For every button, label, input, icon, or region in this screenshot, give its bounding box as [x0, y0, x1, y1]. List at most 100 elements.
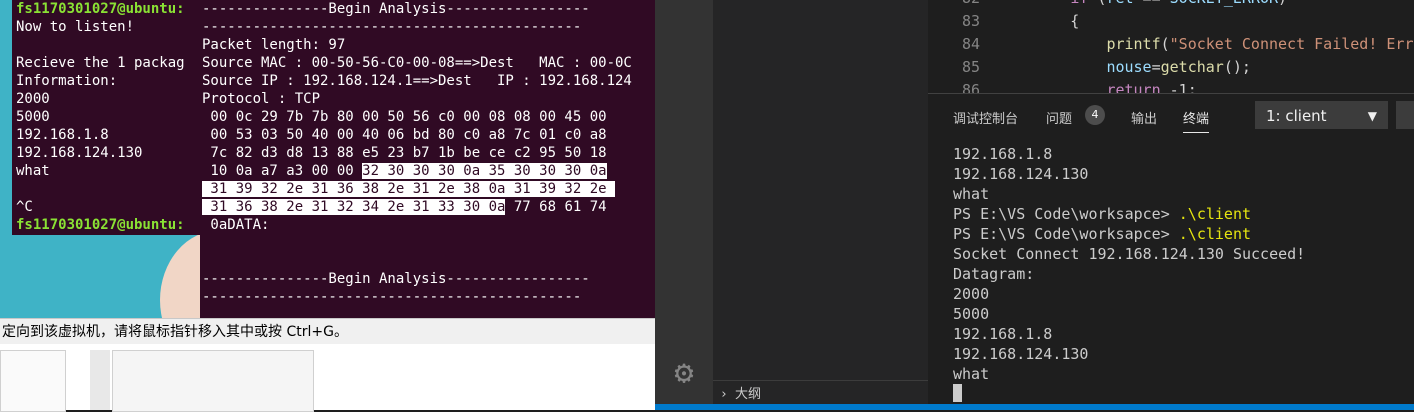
- terminal-line: 31 39 32 2e 31 36 38 2e 31 2e 38 0a 31 3…: [200, 180, 655, 198]
- terminal-line: ---------------Begin Analysis-----------…: [200, 270, 655, 288]
- terminal-text: Packet length: 97: [202, 37, 346, 53]
- bottom-panel: 调试控制台 问题 4 输出 终端 1: client ▼ 192.168.1.8…: [928, 93, 1414, 411]
- chevron-down-icon: ▼: [1367, 109, 1377, 123]
- code-token: ==: [1134, 0, 1170, 7]
- terminal-line: Source MAC : 00-50-56-C0-00-08==>Dest MA…: [200, 54, 655, 72]
- problems-count-badge: 4: [1085, 105, 1105, 125]
- terminal-line: 0aDATA:: [200, 216, 655, 234]
- terminal-text: 00 53 03 50 40 00 40 06 bd 80 c0 a8 7c 0…: [202, 127, 607, 143]
- terminal-line: ----------------------------------------…: [200, 288, 655, 306]
- terminal-text: 192.168.1.8: [953, 145, 1053, 163]
- code-token: {: [998, 12, 1080, 30]
- terminal-line: what: [16, 163, 50, 179]
- terminal-line: ---------------Begin Analysis-----------…: [200, 0, 655, 18]
- terminal-line: Information:: [16, 73, 118, 89]
- terminal-cursor-line: [953, 384, 1413, 404]
- code-token: printf: [1106, 35, 1161, 53]
- terminal-text: what: [953, 185, 990, 203]
- tab-debug-console[interactable]: 调试控制台: [953, 108, 1018, 127]
- line-number: 85: [961, 58, 980, 76]
- terminal-line: 31 36 38 2e 31 32 34 2e 31 33 30 0a 77 6…: [200, 198, 655, 216]
- terminal-line: 5000: [953, 304, 1413, 324]
- code-line: 83 {: [928, 10, 1414, 33]
- terminal-text: 00 0c 29 7b 7b 80 00 50 56 c0 00 08 08 0…: [202, 109, 607, 125]
- terminal-line: ^C: [16, 199, 33, 215]
- code-token: SOCKET_ERROR: [1170, 0, 1278, 7]
- side-bar: [713, 0, 928, 380]
- terminal-line: what: [953, 364, 1413, 384]
- code-token: ();: [1223, 58, 1251, 76]
- terminal-line: 192.168.124.130: [953, 164, 1413, 184]
- selected-text: 31 36 38 2e 31 32 34 2e 31 33 30 0a: [202, 199, 506, 215]
- terminal-text: Socket Connect 192.168.124.130 Succeed!: [953, 245, 1306, 263]
- code-token: =: [1151, 58, 1161, 76]
- outline-label: 大纲: [735, 387, 762, 402]
- terminal-prompt: fs1170301027@ubuntu:: [16, 217, 185, 233]
- code-token: getchar: [1160, 58, 1224, 76]
- terminal-line: Datagram:: [953, 264, 1413, 284]
- vm-input-hint-bar: 定向到该虚拟机，请将鼠标指针移入其中或按 Ctrl+G。: [0, 318, 655, 344]
- code-editor[interactable]: 82 if (ret == SOCKET_ERROR)83 {84 printf…: [928, 0, 1414, 93]
- code-token: ): [1278, 0, 1287, 7]
- code-token: if: [1070, 0, 1088, 7]
- terminal-command: .\client: [1178, 225, 1252, 243]
- tab-terminal[interactable]: 终端: [1183, 108, 1210, 133]
- terminal-line: Recieve the 1 packag: [16, 55, 185, 71]
- line-number: 86: [961, 81, 980, 93]
- status-bar: [655, 404, 1414, 410]
- vscode-terminal-output[interactable]: 192.168.1.8 192.168.124.130 what PS E:\VS C…: [953, 144, 1413, 404]
- panel-action-button[interactable]: [1396, 101, 1414, 129]
- line-number: 83: [961, 12, 980, 30]
- terminal-text: what: [953, 365, 990, 383]
- code-line: 85 nouse=getchar();: [928, 56, 1414, 79]
- terminal-line: 10 0a a7 a3 00 00 32 30 30 30 0a 35 30 3…: [200, 162, 655, 180]
- code-token: (: [1160, 35, 1170, 53]
- terminal-line: ----------------------------------------…: [200, 18, 655, 36]
- terminal-text: 192.168.124.130: [953, 345, 1089, 363]
- gear-icon[interactable]: ⚙: [666, 354, 702, 390]
- terminal-text: 77 68 61 74: [505, 199, 607, 215]
- terminal-line: 2000: [16, 91, 50, 107]
- code-line: 86 return -1;: [928, 79, 1414, 93]
- terminal-line: 192.168.1.8: [953, 324, 1413, 344]
- terminal-line: Socket Connect 192.168.124.130 Succeed!: [953, 244, 1413, 264]
- terminal-select[interactable]: 1: client ▼: [1255, 101, 1388, 129]
- vm-thumbnail-empty[interactable]: [112, 350, 314, 412]
- terminal-line: Protocol : TCP: [200, 90, 655, 108]
- terminal-line: 192.168.1.8: [953, 144, 1413, 164]
- vm-thumbnail[interactable]: [0, 350, 66, 412]
- terminal-text: 7c 82 d3 d8 13 88 e5 23 b7 1b be ce c2 9…: [202, 145, 607, 161]
- tab-output[interactable]: 输出: [1131, 108, 1157, 127]
- terminal-text: Source IP : 192.168.124.1==>Dest IP : 19…: [202, 73, 632, 89]
- tab-problems[interactable]: 问题: [1046, 108, 1072, 127]
- terminal-line: 192.168.124.130: [953, 344, 1413, 364]
- terminal-line: 00 53 03 50 40 00 40 06 bd 80 c0 a8 7c 0…: [200, 126, 655, 144]
- terminal-text: 0aDATA:: [202, 217, 270, 233]
- code-token: -1;: [1160, 81, 1197, 93]
- thumbnail-divider: [90, 350, 110, 410]
- terminal-text: 2000: [953, 285, 990, 303]
- terminal-text: Source MAC : 00-50-56-C0-00-08==>Dest MA…: [202, 55, 632, 71]
- activity-bar: [655, 0, 713, 410]
- terminal-line: 7c 82 d3 d8 13 88 e5 23 b7 1b be ce c2 9…: [200, 144, 655, 162]
- terminal-text: PS E:\VS Code\worksapce>: [953, 205, 1179, 223]
- terminal-text: 192.168.1.8: [953, 325, 1053, 343]
- terminal-text: 192.168.124.130: [953, 165, 1089, 183]
- terminal-text: ---------------Begin Analysis-----------…: [202, 271, 590, 287]
- terminal-line: what: [953, 184, 1413, 204]
- terminal-text: ----------------------------------------…: [202, 289, 582, 305]
- terminal-line: PS E:\VS Code\worksapce> .\client: [953, 204, 1413, 224]
- terminal-line: Packet length: 97: [200, 36, 655, 54]
- terminal-select-value: 1: client: [1266, 107, 1327, 125]
- code-token: nouse: [1106, 58, 1152, 76]
- ubuntu-terminal-analysis[interactable]: ---------------Begin Analysis-----------…: [200, 0, 655, 318]
- ubuntu-terminal-listener[interactable]: fs1170301027@ubuntu: Now to listen! Reciev…: [12, 0, 200, 235]
- terminal-text: Protocol : TCP: [202, 91, 321, 107]
